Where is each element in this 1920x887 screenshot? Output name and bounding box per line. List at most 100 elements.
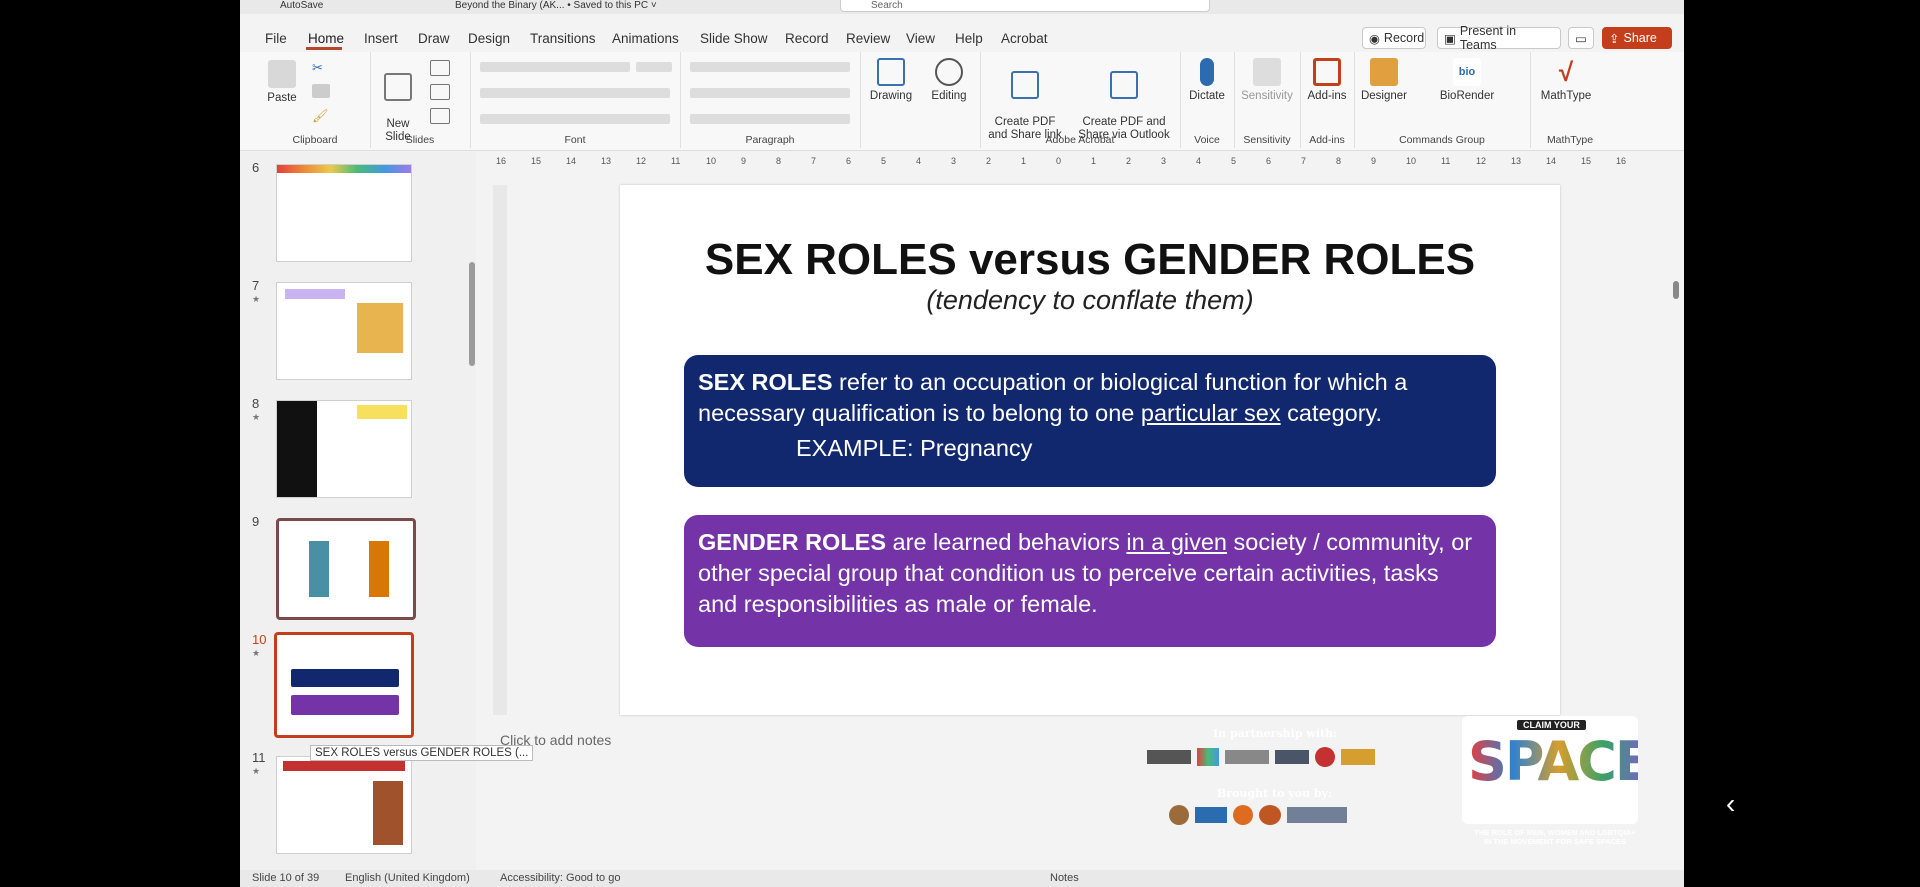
status-bar: Slide 10 of 39 English (United Kingdom) … <box>240 870 1684 887</box>
font-size-select[interactable] <box>636 62 672 72</box>
record-button[interactable]: ◉ Record <box>1362 27 1426 49</box>
slide-thumbnail-7[interactable] <box>276 282 412 380</box>
slide-counter: Slide 10 of 39 <box>252 872 320 884</box>
ruler-tick: 10 <box>706 156 717 166</box>
partner-logo <box>1147 750 1191 764</box>
ruler-tick: 2 <box>1126 156 1132 166</box>
gender-roles-box[interactable]: GENDER ROLES are learned behaviors in a … <box>684 515 1496 647</box>
ruler-tick: 13 <box>601 156 612 166</box>
font-name-select[interactable] <box>480 62 630 72</box>
accessibility-status[interactable]: Accessibility: Good to go <box>500 872 620 884</box>
ruler-tick: 16 <box>1616 156 1627 166</box>
pdf-share-icon <box>1011 71 1039 99</box>
ruler-tick: 11 <box>1441 156 1451 166</box>
notes-placeholder[interactable]: Click to add notes <box>500 732 611 748</box>
format-painter-icon[interactable]: 🖌 <box>312 108 330 123</box>
slide-thumbnail-panel: 6 7 ★ 8 ★ 9 10 ★ 11 ★ <box>240 152 476 870</box>
list-row[interactable] <box>690 62 850 72</box>
search-input[interactable]: Search <box>840 0 1210 12</box>
sensitivity-icon <box>1253 58 1281 86</box>
editor-scrollbar[interactable] <box>1670 155 1682 715</box>
chevron-left-icon[interactable]: ‹ <box>1726 788 1735 820</box>
spacing-row[interactable] <box>690 88 850 98</box>
mathtype-button[interactable]: √ MathType <box>1534 58 1598 103</box>
sex-roles-box[interactable]: SEX ROLES refer to an occupation or biol… <box>684 355 1496 487</box>
slide-thumbnail-11[interactable] <box>276 756 412 854</box>
slide-thumbnail-10[interactable] <box>274 632 414 738</box>
font-group: Font <box>470 52 681 148</box>
slide-thumbnail-8[interactable] <box>276 400 412 498</box>
thumb-number: 11 <box>252 750 266 765</box>
slide-canvas[interactable]: SEX ROLES versus GENDER ROLES (tendency … <box>620 185 1560 715</box>
transition-star-icon: ★ <box>252 412 261 422</box>
biorender-button[interactable]: bio BioRender <box>1432 58 1502 103</box>
ruler-tick: 2 <box>986 156 992 166</box>
transition-star-icon: ★ <box>252 648 261 658</box>
present-in-teams-button[interactable]: ▣ Present in Teams <box>1437 24 1561 52</box>
share-button[interactable]: ⇪ Share <box>1602 27 1672 49</box>
clipboard-group: Paste ✂ 🖌 Clipboard <box>260 52 371 148</box>
font-format-row[interactable] <box>480 88 670 98</box>
commands-group: Designer bio BioRender Commands Group <box>1354 52 1531 148</box>
ribbon: Paste ✂ 🖌 Clipboard New Slide Slides Fon… <box>240 52 1684 151</box>
language-status[interactable]: English (United Kingdom) <box>345 872 470 884</box>
comments-button[interactable]: ▭ <box>1568 27 1594 49</box>
ruler-tick: 16 <box>496 156 507 166</box>
create-pdf-outlook-button[interactable]: Create PDF and Share via Outlook <box>1072 58 1176 142</box>
horizontal-ruler: 16 15 14 13 12 11 10 9 8 7 6 5 4 3 2 1 0 1 2 3 4 5 6 7 8 9 10 11 12 1… <box>496 155 1656 169</box>
editing-button[interactable]: Editing <box>924 58 974 103</box>
sponsor-logo <box>1287 807 1347 823</box>
sex-roles-term: SEX ROLES <box>698 369 833 395</box>
slide-thumbnail-9[interactable] <box>276 518 416 620</box>
vertical-ruler <box>493 185 507 715</box>
slide-thumbnail-6[interactable] <box>276 164 412 262</box>
designer-icon <box>1370 58 1398 86</box>
gender-roles-term: GENDER ROLES <box>698 529 887 555</box>
copy-icon[interactable] <box>312 84 330 98</box>
reset-icon[interactable] <box>430 84 450 100</box>
voice-group: Dictate Voice <box>1180 52 1235 148</box>
sponsor-logo <box>1195 807 1227 823</box>
ruler-tick: 4 <box>1196 156 1202 166</box>
font-color-row[interactable] <box>480 114 670 124</box>
adobe-acrobat-group: Create PDF and Share link Create PDF and… <box>980 52 1181 148</box>
ruler-tick: 11 <box>671 156 681 166</box>
ruler-tick: 7 <box>811 156 817 166</box>
transition-star-icon: ★ <box>252 766 261 776</box>
paste-button[interactable]: Paste <box>260 60 304 105</box>
slide-title[interactable]: SEX ROLES versus GENDER ROLES <box>620 235 1560 285</box>
mathtype-group: √ MathType MathType <box>1530 52 1610 148</box>
ruler-tick: 12 <box>1476 156 1487 166</box>
partner-logo <box>1315 747 1335 767</box>
search-icon <box>935 58 963 86</box>
ruler-tick: 14 <box>566 156 577 166</box>
thumb-number: 6 <box>252 160 260 175</box>
layout-icon[interactable] <box>430 60 450 76</box>
ruler-tick: 15 <box>1581 156 1592 166</box>
sponsor-logo <box>1169 805 1189 825</box>
sensitivity-button[interactable]: Sensitivity <box>1234 58 1300 103</box>
drawing-button[interactable]: Drawing <box>866 58 916 103</box>
thumb-number: 8 <box>252 396 260 411</box>
dictate-button[interactable]: Dictate <box>1180 58 1234 103</box>
claim-your-space-logo: CLAIM YOUR SPACE <box>1462 716 1638 824</box>
pdf-outlook-icon <box>1110 71 1138 99</box>
create-pdf-share-link-button[interactable]: Create PDF and Share link <box>980 58 1070 142</box>
designer-button[interactable]: Designer <box>1354 58 1414 103</box>
partner-logo <box>1225 750 1269 764</box>
align-row[interactable] <box>690 114 850 124</box>
ruler-tick: 13 <box>1511 156 1522 166</box>
new-slide-button[interactable]: New Slide <box>376 60 420 144</box>
ruler-tick: 3 <box>951 156 957 166</box>
section-icon[interactable] <box>430 108 450 124</box>
ruler-tick: 7 <box>1301 156 1307 166</box>
ruler-tick: 15 <box>531 156 542 166</box>
document-title[interactable]: Beyond the Binary (AK... • Saved to this… <box>455 0 657 11</box>
ruler-tick: 4 <box>916 156 922 166</box>
cut-icon[interactable]: ✂ <box>312 60 330 75</box>
slide-subtitle[interactable]: (tendency to conflate them) <box>620 285 1560 316</box>
ruler-tick: 12 <box>636 156 647 166</box>
addins-button[interactable]: Add-ins <box>1300 58 1354 103</box>
record-icon: ◉ <box>1369 31 1380 46</box>
notes-toggle[interactable]: Notes <box>1050 872 1079 884</box>
